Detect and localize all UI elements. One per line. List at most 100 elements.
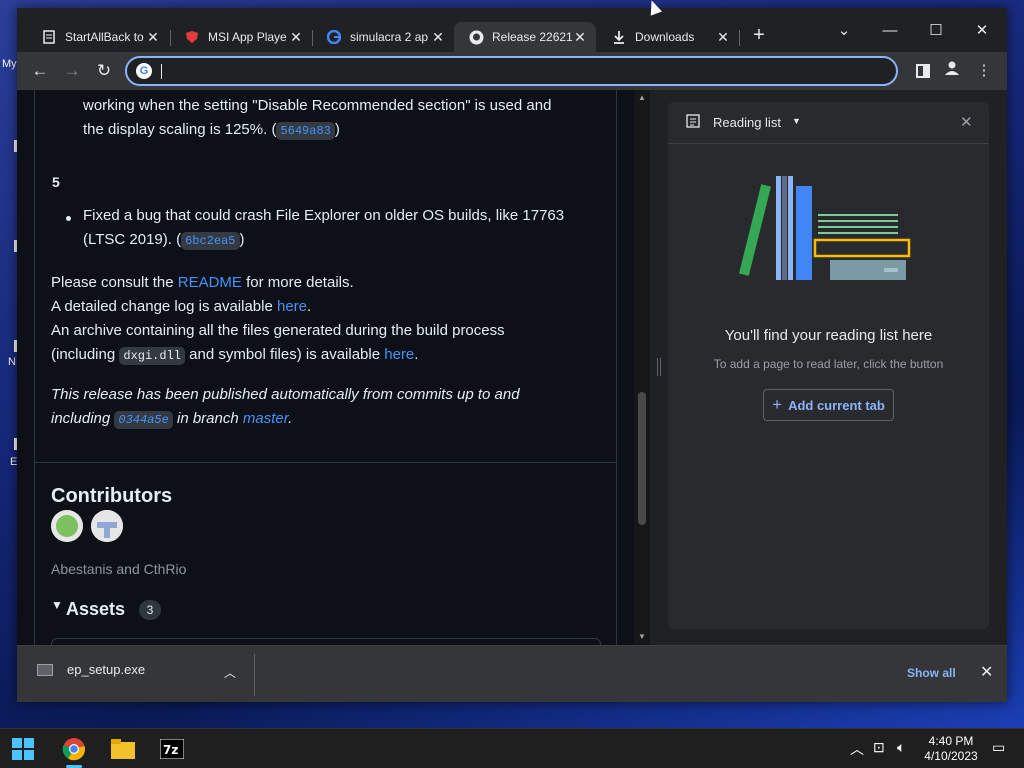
- tab-simulacra[interactable]: simulacra 2 ap ✕: [312, 22, 454, 52]
- show-all-button[interactable]: Show all: [907, 666, 956, 680]
- paragraph-text: for more details.: [241, 274, 354, 291]
- list-icon: [686, 114, 700, 133]
- desktop-icon-label[interactable]: N: [8, 356, 16, 368]
- panel-title[interactable]: Reading list: [713, 115, 781, 130]
- taskbar-file-explorer[interactable]: [107, 733, 139, 765]
- side-panel-resize-handle[interactable]: [650, 90, 668, 645]
- minimize-icon: —: [882, 22, 898, 39]
- caret-down-icon[interactable]: ▼: [792, 116, 801, 126]
- divider: [35, 462, 617, 463]
- scroll-up-icon[interactable]: ▲: [637, 93, 647, 102]
- grip-icon: [657, 358, 661, 376]
- maximize-button[interactable]: ☐: [913, 16, 959, 46]
- scrollbar-thumb[interactable]: [638, 392, 646, 525]
- address-bar[interactable]: G: [125, 56, 898, 86]
- 7zip-icon: 7z: [160, 739, 184, 759]
- github-icon: [468, 29, 484, 45]
- paragraph-text: the display scaling is 125%. (: [83, 121, 277, 138]
- close-icon[interactable]: ✕: [430, 29, 446, 46]
- close-icon[interactable]: ✕: [572, 29, 588, 46]
- page-scrollbar[interactable]: ▲ ▼: [634, 90, 650, 645]
- volume-icon[interactable]: 🔈︎: [897, 739, 905, 756]
- paragraph: including 0344a5e in branch master.: [51, 407, 292, 431]
- address-input[interactable]: [159, 61, 879, 81]
- inline-code: dxgi.dll: [119, 347, 185, 365]
- taskbar-chrome[interactable]: [58, 733, 90, 765]
- reload-button[interactable]: ↻: [91, 58, 117, 84]
- more-vertical-icon: ⋮: [976, 62, 992, 79]
- download-item[interactable]: ep_setup.exe: [37, 662, 145, 677]
- paragraph-text: ): [334, 121, 340, 138]
- paragraph: working when the setting "Disable Recomm…: [83, 94, 551, 118]
- avatar[interactable]: [51, 510, 83, 542]
- desktop-icon-label[interactable]: My: [2, 58, 17, 70]
- browser-window: StartAllBack to ✕ MSI App Playe ✕ simula…: [17, 8, 1007, 702]
- changelog-link[interactable]: here: [277, 298, 307, 315]
- menu-button[interactable]: ⋮: [973, 60, 995, 82]
- scroll-down-icon[interactable]: ▼: [637, 632, 647, 641]
- asset-row[interactable]: ⬡: [51, 638, 601, 645]
- page-content: working when the setting "Disable Recomm…: [17, 90, 649, 645]
- person-icon: [945, 61, 959, 75]
- clock-time: 4:40 PM: [928, 734, 974, 748]
- minimize-button[interactable]: —: [867, 16, 913, 46]
- reload-icon: ↻: [96, 61, 112, 80]
- close-icon[interactable]: ✕: [715, 29, 731, 46]
- avatar[interactable]: [91, 510, 123, 542]
- close-icon[interactable]: ✕: [145, 29, 161, 46]
- paragraph-text: This release has been published automati…: [51, 386, 520, 403]
- paragraph-text: .: [307, 298, 312, 315]
- tab-release-22621[interactable]: Release 22621 ✕: [454, 22, 596, 52]
- tab-separator: [739, 30, 740, 46]
- new-tab-button[interactable]: +: [747, 24, 771, 48]
- svg-text:7z: 7z: [163, 743, 178, 757]
- tab-strip: StartAllBack to ✕ MSI App Playe ✕ simula…: [17, 8, 1007, 52]
- taskbar-7zip[interactable]: 7z: [156, 733, 188, 765]
- close-icon[interactable]: ✕: [288, 29, 304, 46]
- forward-button[interactable]: →: [59, 58, 85, 84]
- text-caret: [161, 64, 162, 79]
- close-icon: ✕: [975, 22, 989, 39]
- paragraph-text: .: [414, 346, 419, 363]
- system-clock[interactable]: 4:40 PM 4/10/2023: [918, 734, 984, 764]
- side-panel-icon: [916, 64, 930, 78]
- paragraph-text: and symbol files) is available: [184, 346, 385, 363]
- tab-search-button[interactable]: ⌄: [821, 16, 867, 46]
- tab-label: MSI App Playe: [208, 30, 287, 44]
- back-button[interactable]: ←: [27, 58, 53, 84]
- commit-link[interactable]: 5649a83: [276, 122, 335, 140]
- commit-link[interactable]: 0344a5e: [114, 411, 173, 429]
- tab-label: Release 22621: [492, 30, 572, 44]
- contributors-heading: Contributors: [51, 485, 173, 507]
- tab-startallback[interactable]: StartAllBack to ✕: [27, 22, 169, 52]
- windows-start-button[interactable]: [12, 738, 34, 760]
- taskbar: 7z ︿ ⊡ 🔈︎ 4:40 PM 4/10/2023 ▭: [0, 728, 1024, 768]
- readme-link[interactable]: README: [178, 274, 242, 291]
- commit-link[interactable]: 6bc2ea5: [181, 232, 240, 250]
- windows-logo-icon: [24, 750, 34, 760]
- caret-down-icon[interactable]: ▼: [51, 598, 63, 612]
- google-icon: G: [136, 63, 152, 79]
- network-icon[interactable]: ⊡: [873, 739, 885, 756]
- add-current-tab-button[interactable]: + Add current tab: [763, 389, 894, 421]
- tab-downloads[interactable]: Downloads ✕: [597, 22, 739, 52]
- close-icon[interactable]: ✕: [960, 113, 973, 131]
- list-item-text: (LTSC 2019). (: [83, 231, 182, 248]
- profile-button[interactable]: [941, 60, 963, 82]
- archive-link[interactable]: here: [384, 346, 414, 363]
- reading-list-panel: Reading list ▼ ✕ You'll find your readin…: [668, 102, 989, 629]
- notification-icon[interactable]: ▭: [992, 739, 1005, 756]
- chevron-up-icon[interactable]: ︿: [850, 739, 864, 759]
- tab-msi-app-player[interactable]: MSI App Playe ✕: [170, 22, 312, 52]
- side-panel-button[interactable]: [912, 60, 934, 82]
- chevron-up-icon[interactable]: ︿: [224, 664, 236, 681]
- list-item-text: ): [239, 231, 245, 248]
- paragraph-text: including: [51, 410, 115, 427]
- close-icon[interactable]: ✕: [980, 662, 993, 682]
- identicon-icon: [51, 510, 83, 542]
- assets-heading[interactable]: Assets: [66, 599, 125, 620]
- paragraph-text: in branch: [172, 410, 243, 427]
- close-window-button[interactable]: ✕: [959, 16, 1005, 46]
- paragraph-text: (including: [51, 346, 120, 363]
- branch-link[interactable]: master: [243, 410, 288, 427]
